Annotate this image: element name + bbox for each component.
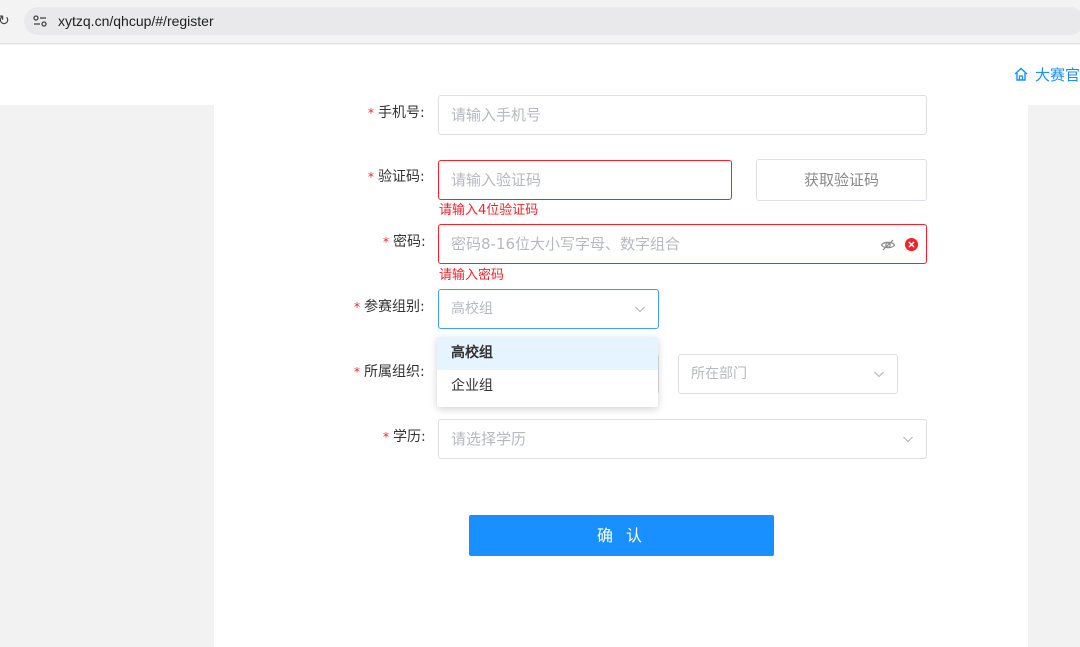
chevron-down-icon (903, 436, 913, 443)
code-label-text: 验证码: (378, 169, 425, 185)
required-mark: * (383, 430, 389, 444)
department-select[interactable]: 所在部门 (678, 354, 898, 394)
group-select[interactable]: 高校组 (438, 289, 659, 329)
group-label-text: 参赛组别: (364, 299, 425, 315)
required-mark: * (354, 300, 360, 314)
education-label: * 学历: (383, 427, 426, 447)
group-label: * 参赛组别: (354, 297, 425, 317)
confirm-button[interactable]: 确 认 (469, 515, 774, 556)
password-error: 请输入密码 (439, 268, 505, 283)
education-placeholder: 请选择学历 (451, 430, 527, 448)
get-code-button[interactable]: 获取验证码 (756, 159, 927, 201)
dropdown-option[interactable]: 高校组 (437, 337, 658, 370)
phone-placeholder: 请输入手机号 (451, 106, 542, 124)
site-settings-icon[interactable] (32, 13, 48, 29)
clear-icon[interactable] (904, 237, 919, 252)
phone-label: * 手机号: (368, 103, 425, 123)
code-placeholder: 请输入验证码 (451, 171, 542, 189)
chevron-down-icon (874, 371, 884, 378)
required-mark: * (368, 106, 374, 120)
home-icon (1014, 67, 1028, 81)
department-placeholder: 所在部门 (691, 366, 747, 382)
password-input[interactable]: 密码8-16位大小写字母、数字组合 (438, 224, 927, 264)
required-mark: * (354, 365, 360, 379)
chevron-down-icon (635, 306, 645, 313)
password-label-text: 密码: (393, 234, 426, 250)
dropdown-option[interactable]: 企业组 (437, 370, 658, 403)
url-text[interactable]: xytzq.cn/qhcup/#/register (58, 13, 214, 30)
organization-label-text: 所属组织: (364, 364, 425, 380)
phone-input[interactable]: 请输入手机号 (438, 95, 927, 135)
code-input[interactable]: 请输入验证码 (438, 160, 732, 200)
education-select[interactable]: 请选择学历 (438, 419, 927, 459)
code-label: * 验证码: (368, 167, 425, 187)
home-link[interactable]: 大赛官 (1013, 64, 1080, 84)
code-error: 请输入4位验证码 (439, 203, 539, 218)
group-dropdown-menu: 高校组 企业组 (437, 337, 658, 407)
eye-off-icon[interactable] (880, 237, 896, 253)
home-link-label: 大赛官 (1035, 65, 1080, 84)
education-label-text: 学历: (393, 429, 426, 445)
browser-toolbar: ↻ xytzq.cn/qhcup/#/register (0, 0, 1080, 44)
reload-icon[interactable]: ↻ (0, 12, 12, 30)
password-placeholder: 密码8-16位大小写字母、数字组合 (451, 235, 681, 253)
required-mark: * (368, 170, 374, 184)
organization-label: * 所属组织: (354, 362, 425, 382)
password-label: * 密码: (383, 232, 426, 252)
required-mark: * (383, 235, 389, 249)
phone-label-text: 手机号: (378, 105, 425, 121)
group-select-value: 高校组 (451, 301, 493, 317)
